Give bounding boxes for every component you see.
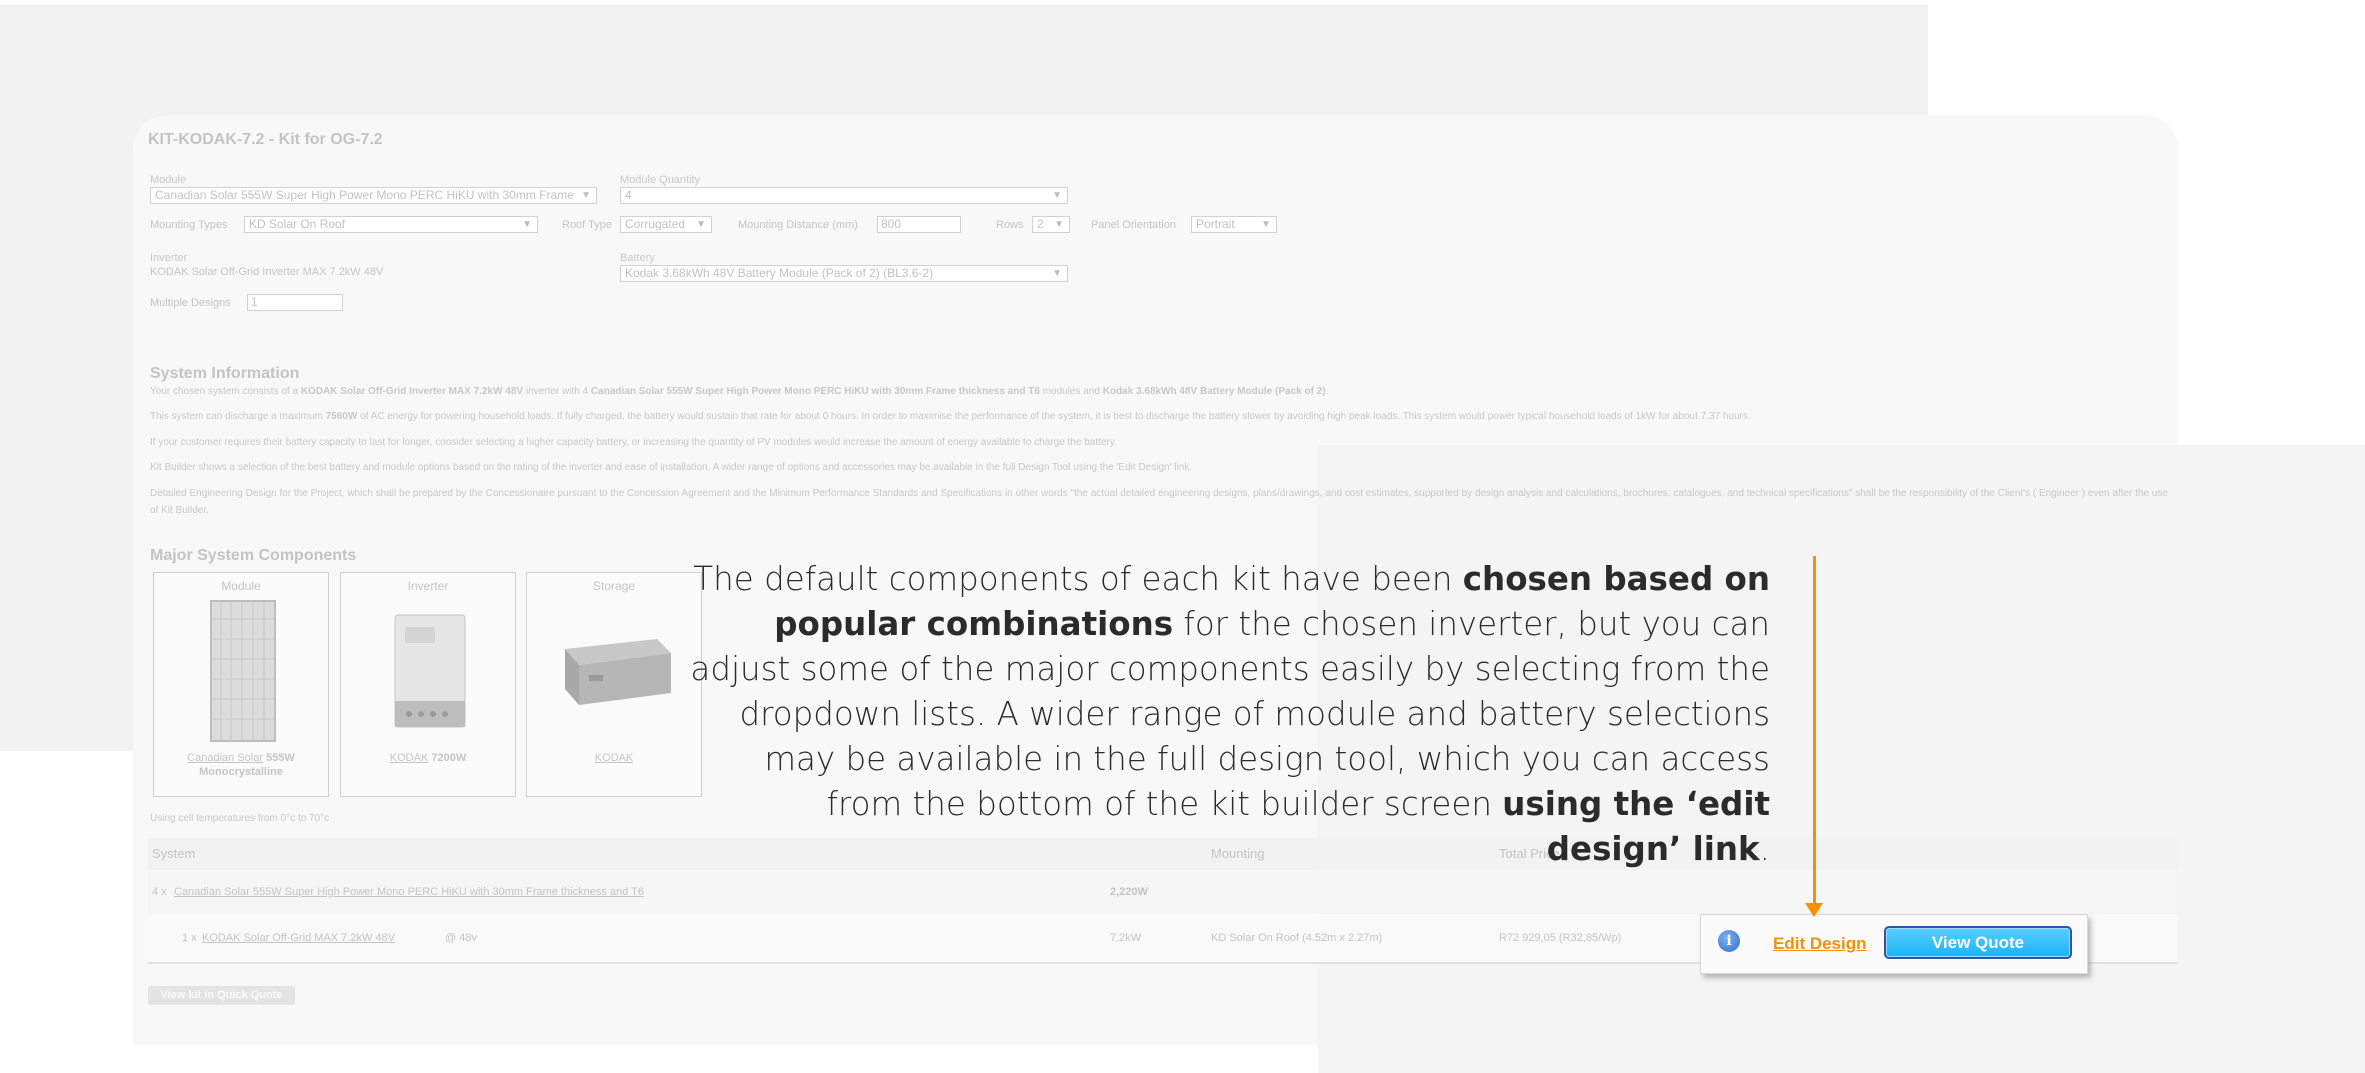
temperature-note: Using cell temperatures from 0°c to 70°c [150, 813, 330, 824]
mounting-types-value: KD Solar On Roof [249, 217, 346, 231]
view-quote-button[interactable]: View Quote [1884, 926, 2072, 959]
row-mounting: KD Solar On Roof (4.52m x 2.27m) [1211, 932, 1383, 944]
system-information-title: System Information [150, 365, 300, 382]
chevron-down-icon: ▼ [1261, 219, 1271, 230]
table-row: 4 x Canadian Solar 555W Super High Power… [148, 871, 2178, 913]
inverter-card[interactable]: Inverter KODAK 7200W [340, 572, 516, 797]
kit-builder-content: KIT-KODAK-7.2 - Kit for OG-7.2 Module Ca… [148, 0, 2178, 1073]
panel-orientation-select[interactable]: Portrait ▼ [1191, 216, 1277, 233]
rows-value: 2 [1037, 217, 1044, 231]
kit-builder-note-paragraph: Kit Builder shows a selection of the bes… [150, 462, 1193, 473]
row-power: 2,220W [1110, 886, 1148, 898]
battery-label: Battery [620, 252, 655, 264]
rows-select[interactable]: 2 ▼ [1032, 216, 1070, 233]
inverter-label: Inverter [150, 252, 188, 264]
engineering-disclaimer-paragraph: Detailed Engineering Design for the Proj… [150, 488, 2168, 516]
module-select-value: Canadian Solar 555W Super High Power Mon… [155, 188, 574, 202]
mounting-types-label: Mounting Types [150, 219, 228, 231]
mounting-types-select[interactable]: KD Solar On Roof ▼ [244, 216, 538, 233]
panel-orientation-label: Panel Orientation [1091, 219, 1176, 231]
inverter-card-link[interactable]: KODAK 7200W [341, 751, 515, 765]
major-components-title: Major System Components [150, 547, 357, 564]
chevron-down-icon: ▼ [581, 190, 591, 201]
chevron-down-icon: ▼ [1052, 268, 1062, 279]
chevron-down-icon: ▼ [1052, 190, 1062, 201]
arrow-head-icon [1805, 903, 1823, 917]
inverter-card-title: Inverter [407, 579, 449, 593]
system-discharge-paragraph: This system can discharge a maximum 7560… [150, 411, 1751, 422]
module-select[interactable]: Canadian Solar 555W Super High Power Mon… [150, 187, 597, 204]
info-icon[interactable]: i [1718, 930, 1740, 952]
rows-label: Rows [996, 219, 1024, 231]
row-total-price: R72 929,05 (R32,85/Wp) [1499, 932, 1622, 944]
multiple-designs-label: Multiple Designs [150, 297, 231, 309]
mounting-distance-label: Mounting Distance (mm) [738, 219, 858, 231]
row-voltage: @ 48v [445, 932, 477, 944]
roof-type-label: Roof Type [562, 219, 612, 231]
arrow-line [1813, 556, 1816, 905]
chevron-down-icon: ▼ [1054, 219, 1064, 230]
module-card-link[interactable]: Canadian Solar 555W Monocrystalline [154, 751, 328, 779]
roof-type-select[interactable]: Corrugated ▼ [620, 216, 712, 233]
row-power: 7.2kW [1110, 932, 1142, 944]
battery-select[interactable]: Kodak 3.68kWh 48V Battery Module (Pack o… [620, 265, 1068, 282]
system-info-paragraph: Your chosen system consists of a KODAK S… [150, 386, 1329, 397]
module-card[interactable]: Module Canadian Solar 555W Monocrystallin… [153, 572, 329, 797]
row-quantity: 4 x [152, 886, 167, 898]
storage-card-title: Storage [592, 579, 636, 593]
inverter-product-link[interactable]: KODAK Solar Off-Grid MAX 7.2kW 48V [202, 932, 395, 944]
chevron-down-icon: ▼ [522, 219, 532, 230]
module-label: Module [150, 174, 187, 186]
edit-design-link[interactable]: Edit Design [1773, 934, 1867, 954]
inverter-image [394, 614, 466, 728]
panel-orientation-value: Portrait [1196, 217, 1235, 231]
module-quantity-label: Module Quantity [620, 174, 701, 186]
roof-type-value: Corrugated [625, 217, 686, 231]
module-card-title: Module [221, 579, 261, 593]
storage-card-link[interactable]: KODAK [527, 751, 701, 765]
solar-panel-image [210, 600, 276, 742]
storage-card[interactable]: Storage KODAK [526, 572, 702, 797]
battery-select-value: Kodak 3.68kWh 48V Battery Module (Pack o… [625, 266, 934, 280]
battery-capacity-paragraph: If your customer requires their battery … [150, 437, 1117, 448]
row-quantity: 1 x [182, 932, 197, 944]
module-quantity-value: 4 [625, 188, 632, 202]
battery-image [565, 639, 671, 705]
inverter-value: KODAK Solar Off-Grid Inverter MAX 7.2kW … [150, 266, 384, 278]
view-kit-quick-quote-button[interactable]: View kit in Quick Quote [148, 986, 295, 1005]
mounting-distance-input[interactable]: 800 [877, 216, 961, 233]
annotation-text: The default components of each kit have … [690, 560, 1770, 868]
multiple-designs-input[interactable]: 1 [247, 294, 343, 311]
module-product-link[interactable]: Canadian Solar 555W Super High Power Mon… [174, 886, 644, 898]
chevron-down-icon: ▼ [696, 219, 706, 230]
kit-title: KIT-KODAK-7.2 - Kit for OG-7.2 [148, 131, 383, 148]
col-system: System [152, 846, 196, 861]
module-quantity-select[interactable]: 4 ▼ [620, 187, 1068, 204]
